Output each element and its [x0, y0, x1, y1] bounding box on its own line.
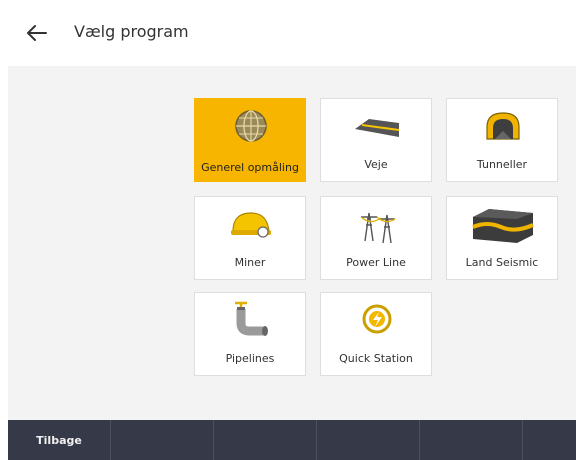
quick-station-icon [362, 304, 392, 334]
program-label: Generel opmåling [201, 161, 299, 174]
tunnel-icon [486, 112, 520, 140]
program-tile-miner[interactable]: Miner [194, 196, 306, 280]
softkey-2[interactable] [111, 420, 214, 460]
power-line-icon [360, 212, 396, 244]
program-tile-generel-opmaaling[interactable]: Generel opmåling [194, 98, 306, 182]
softkey-5[interactable] [420, 420, 523, 460]
road-icon [355, 119, 399, 137]
program-tile-land-seismic[interactable]: Land Seismic [446, 196, 558, 280]
softkey-6[interactable] [523, 420, 576, 460]
header: Vælg program [8, 0, 576, 66]
program-tile-pipelines[interactable]: Pipelines [194, 292, 306, 376]
program-tile-tunneller[interactable]: Tunneller [446, 98, 558, 182]
softkey-bar: Tilbage [8, 420, 576, 460]
program-label: Tunneller [476, 158, 528, 171]
land-seismic-icon [472, 209, 534, 243]
app-window: Vælg program Generel opmåling Veje Tunne… [8, 0, 576, 460]
softkey-4[interactable] [317, 420, 420, 460]
program-label: Veje [364, 158, 388, 171]
program-label: Quick Station [339, 352, 413, 365]
globe-survey-icon [235, 110, 267, 142]
program-tile-veje[interactable]: Veje [320, 98, 432, 182]
mining-helmet-icon [231, 212, 271, 238]
program-tile-power-line[interactable]: Power Line [320, 196, 432, 280]
program-tile-quick-station[interactable]: Quick Station [320, 292, 432, 376]
pipeline-icon [235, 301, 268, 336]
softkey-3[interactable] [214, 420, 317, 460]
arrow-left-icon [27, 25, 47, 41]
back-softkey[interactable]: Tilbage [8, 420, 111, 460]
page-title: Vælg program [74, 22, 189, 41]
program-label: Land Seismic [465, 256, 539, 269]
program-label: Pipelines [225, 352, 275, 365]
program-label: Power Line [346, 256, 406, 269]
back-button[interactable] [22, 18, 52, 48]
program-label: Miner [234, 256, 266, 269]
